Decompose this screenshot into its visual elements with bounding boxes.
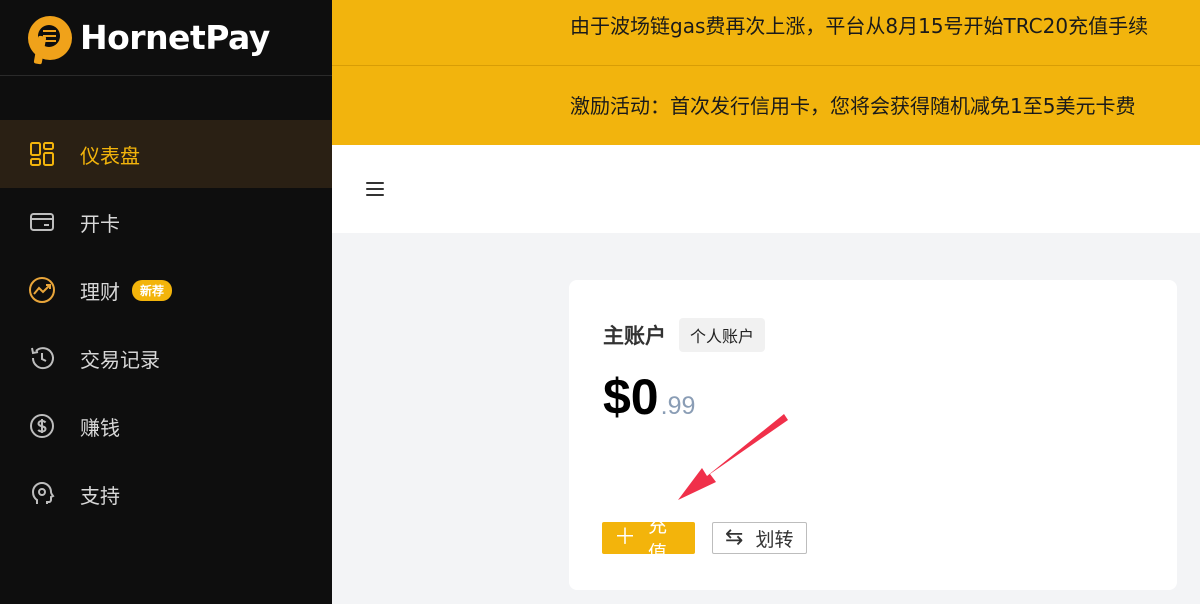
account-header: 主账户 个人账户 [603,318,766,352]
sidebar-item-earn[interactable]: 赚钱 [0,392,332,460]
sidebar: HornetPay 仪表盘 开卡 理财 新荐 交易记录 赚钱 支持 [0,0,332,604]
sidebar-item-label: 支持 [80,483,120,508]
transfer-button[interactable]: ⇆ 划转 [712,522,807,554]
account-type-tag: 个人账户 [679,318,766,352]
history-icon [28,344,56,372]
plus-icon: ＋ [614,525,637,550]
notice-banner: 激励活动：首次发行信用卡，您将会获得随机减免1至5美元卡费 [332,66,1200,145]
card-icon [28,208,56,236]
sidebar-item-transactions[interactable]: 交易记录 [0,324,332,392]
notice-text: 由于波场链gas费再次上涨，平台从8月15号开始TRC20充值手续 [570,14,1149,38]
notice-banner: 由于波场链gas费再次上涨，平台从8月15号开始TRC20充值手续 [332,0,1200,66]
deposit-button[interactable]: ＋ 充值 [602,515,695,564]
action-buttons: ＋ 充值 ⇆ 划转 [602,515,807,564]
sidebar-item-dashboard[interactable]: 仪表盘 [0,120,332,188]
dollar-icon [28,412,56,440]
top-bar [332,145,1200,233]
trend-icon [28,276,56,304]
sidebar-item-label: 开卡 [80,211,120,236]
account-title: 主账户 [603,324,666,348]
sidebar-item-support[interactable]: 支持 [0,460,332,528]
sidebar-item-label: 理财 [80,279,120,304]
sidebar-item-label: 赚钱 [80,415,120,440]
sidebar-nav: 仪表盘 开卡 理财 新荐 交易记录 赚钱 支持 [0,120,332,528]
sidebar-item-open-card[interactable]: 开卡 [0,188,332,256]
transfer-label: 划转 [755,528,794,551]
brand-name: HornetPay [80,18,270,57]
brand[interactable]: HornetPay [0,0,332,76]
hamburger-menu-icon[interactable] [366,182,384,196]
sidebar-item-finance[interactable]: 理财 新荐 [0,256,332,324]
annotation-arrow-icon [678,414,788,500]
dashboard-icon [28,140,56,168]
logo-icon [28,15,72,60]
sidebar-item-label: 仪表盘 [80,143,140,168]
notice-text: 激励活动：首次发行信用卡，您将会获得随机减免1至5美元卡费 [570,94,1136,118]
balance-main: $0 [603,369,659,425]
support-icon [28,480,56,508]
swap-icon: ⇆ [725,525,744,550]
sidebar-item-label: 交易记录 [80,347,160,372]
new-badge: 新荐 [132,279,173,301]
